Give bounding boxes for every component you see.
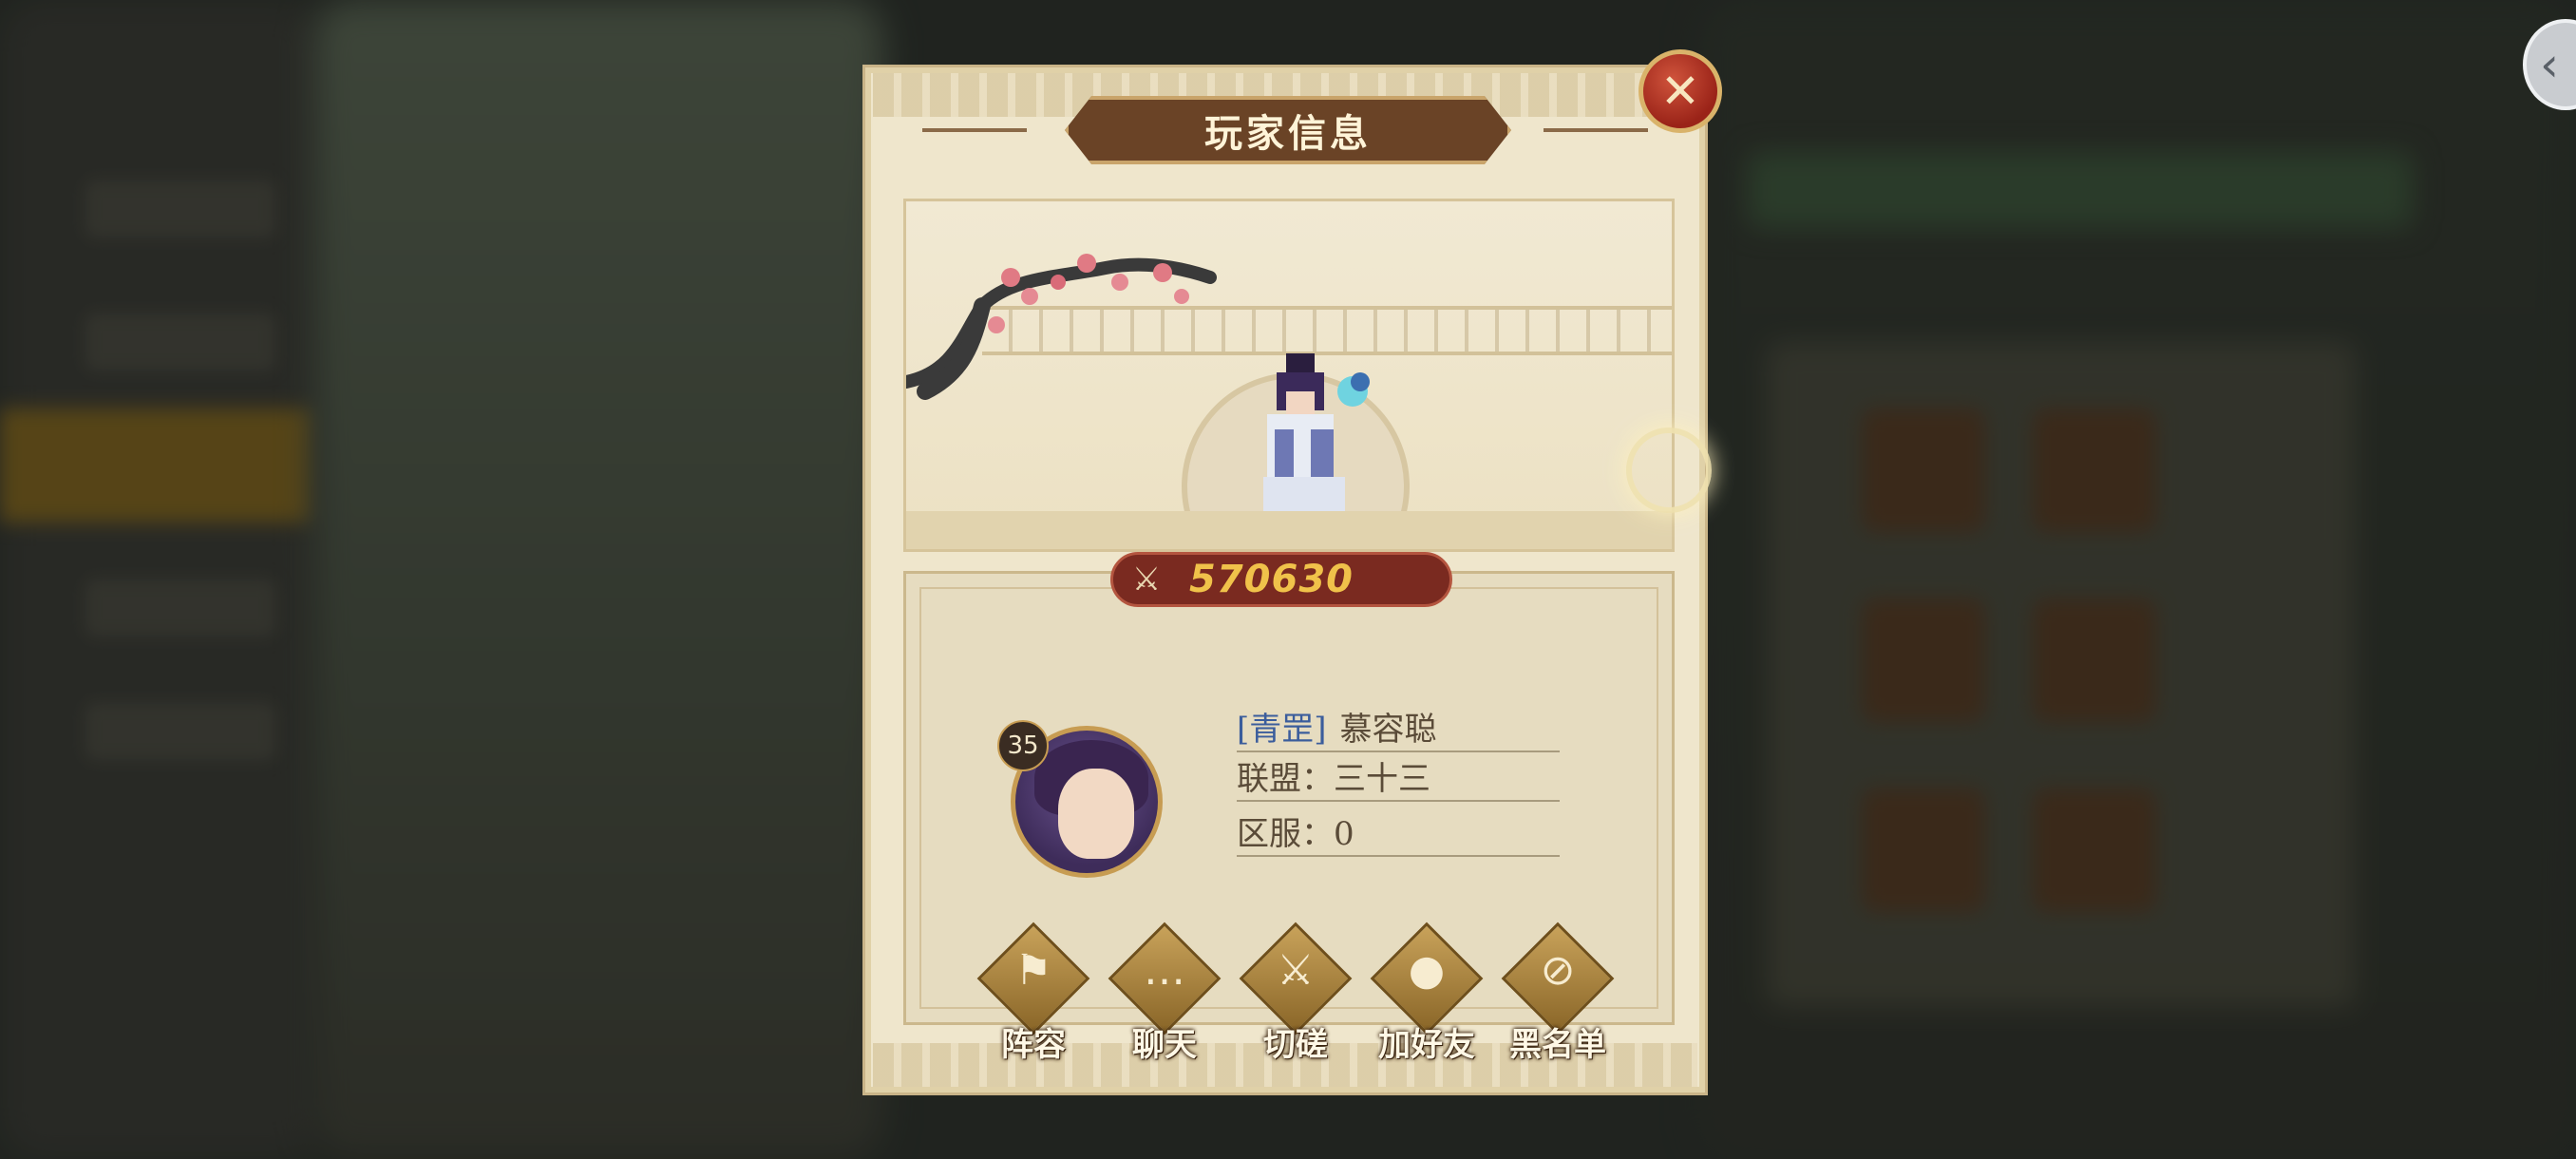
add-friend-label: 加好友: [1378, 1026, 1475, 1064]
blacklist-button[interactable]: ⊘ 黑名单: [1497, 922, 1619, 1066]
player-info-dialog: 玩家信息 35 [青罡] 慕容聪 联盟：三十三 区服：0 ⚑ 阵容 … 聊天 ⚔…: [862, 65, 1708, 1095]
alliance-row: 联盟：三十三: [1237, 750, 1560, 802]
lineup-label: 阵容: [1001, 1026, 1066, 1064]
player-info-panel: 35 [青罡] 慕容聪 联盟：三十三 区服：0 ⚑ 阵容 … 聊天 ⚔ 切磋 ●…: [903, 571, 1675, 1064]
alliance-text: 联盟：三十三: [1237, 759, 1430, 798]
title-ornament-left: [922, 128, 1027, 132]
spar-button[interactable]: ⚔ 切磋: [1235, 922, 1356, 1066]
player-level-badge: 35: [997, 720, 1049, 771]
flag-icon: ⚑: [1014, 946, 1052, 995]
combat-power-bar: ⚔ 570630: [1110, 552, 1452, 607]
blacklist-icon: ⊘: [1540, 946, 1576, 995]
dialog-title: 玩家信息: [1204, 111, 1372, 156]
close-button[interactable]: ✕: [1638, 49, 1722, 133]
player-name-row: [青罡] 慕容聪: [1237, 701, 1560, 752]
plum-blossom-branch: [906, 254, 1217, 400]
action-buttons: ⚑ 阵容 … 聊天 ⚔ 切磋 ● 加好友 ⊘ 黑名单: [973, 922, 1619, 1066]
spar-label: 切磋: [1263, 1026, 1328, 1064]
chat-bubble-icon: …: [1144, 946, 1185, 995]
add-friend-button[interactable]: ● 加好友: [1366, 922, 1487, 1066]
combat-power-value: 570630: [1189, 558, 1354, 601]
scene-ground: [906, 511, 1672, 549]
chat-button[interactable]: … 聊天: [1104, 922, 1225, 1066]
crossed-swords-icon: ⚔: [1131, 560, 1162, 598]
close-icon: ✕: [1660, 64, 1700, 119]
title-ornament-right: [1544, 128, 1648, 132]
server-text: 区服：0: [1237, 814, 1354, 853]
guild-tag: [青罡]: [1237, 710, 1327, 749]
add-friend-icon: ●: [1408, 946, 1446, 995]
blacklist-label: 黑名单: [1509, 1026, 1606, 1064]
crossed-swords-icon: ⚔: [1277, 946, 1315, 995]
character-scene: [903, 199, 1675, 552]
chevron-left-icon: ‹: [2540, 37, 2559, 92]
player-name: 慕容聪: [1339, 710, 1437, 749]
chat-label: 聊天: [1132, 1026, 1197, 1064]
server-row: 区服：0: [1237, 806, 1560, 857]
title-plate: 玩家信息: [1065, 96, 1511, 164]
avatar-face: [1058, 769, 1134, 859]
glowing-ring-indicator: [1626, 428, 1712, 513]
lineup-button[interactable]: ⚑ 阵容: [973, 922, 1094, 1066]
